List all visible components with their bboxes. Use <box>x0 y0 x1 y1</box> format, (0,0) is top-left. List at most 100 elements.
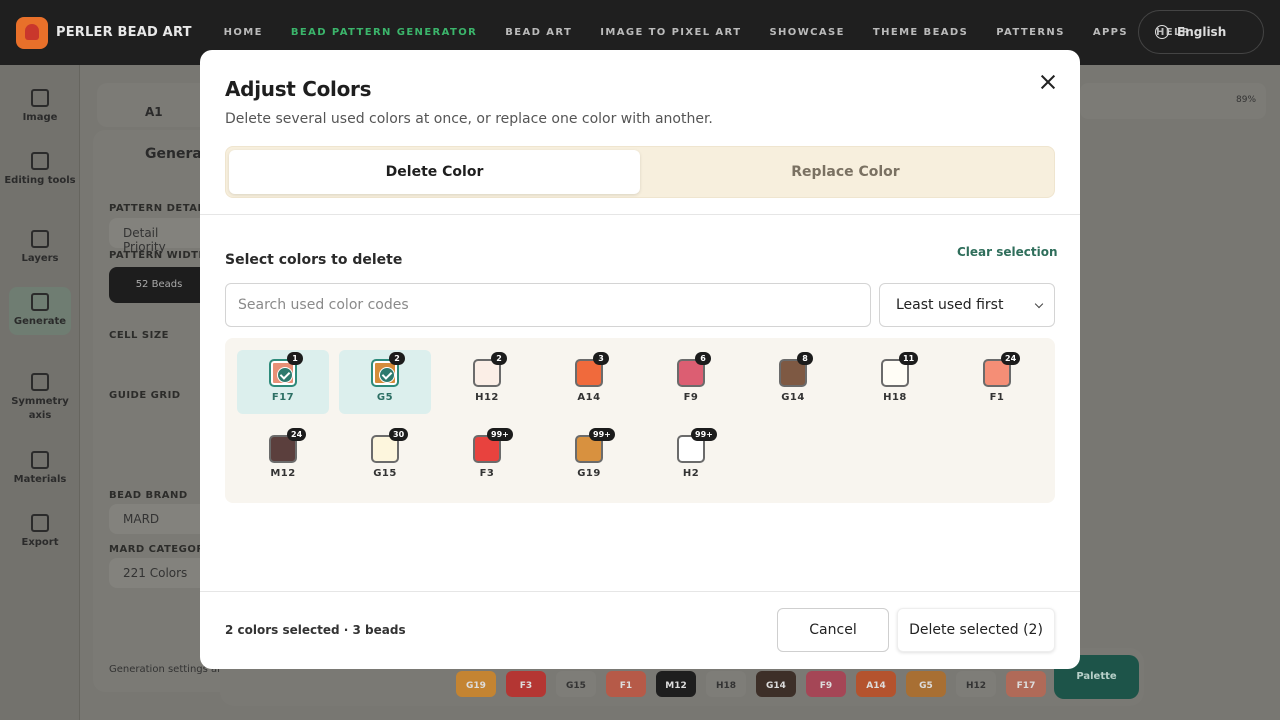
rail-item-export[interactable]: Export <box>0 514 80 550</box>
bottom-chip[interactable]: H18 <box>706 671 746 697</box>
bottom-chip[interactable]: G19 <box>456 671 496 697</box>
bottom-chip[interactable]: A14 <box>856 671 896 697</box>
dialog-subtitle: Delete several used colors at once, or r… <box>225 111 713 127</box>
usage-count-badge: 6 <box>695 352 711 365</box>
rail-label: Symmetry axis <box>11 396 69 421</box>
usage-count-badge: 2 <box>389 352 405 365</box>
rail-item-editing-tools[interactable]: Editing tools <box>0 152 80 188</box>
usage-count-badge: 3 <box>593 352 609 365</box>
usage-count-badge: 2 <box>491 352 507 365</box>
rail-label: Layers <box>21 253 59 264</box>
zoom-level: 89% <box>1236 95 1257 105</box>
tab-replace-color[interactable]: Replace Color <box>640 150 1051 194</box>
color-code-label: G14 <box>781 392 805 403</box>
color-option[interactable]: 24 M12 <box>237 426 329 490</box>
logo[interactable]: PERLER BEAD ART <box>16 16 192 49</box>
nav-showcase[interactable]: SHOWCASE <box>769 27 844 38</box>
tab-delete-color[interactable]: Delete Color <box>229 150 640 194</box>
bottom-chip[interactable]: F3 <box>506 671 546 697</box>
nav-bead-pattern-generator[interactable]: BEAD PATTERN GENERATOR <box>291 27 477 38</box>
usage-count-badge: 99+ <box>691 428 717 441</box>
nav-links: HOME BEAD PATTERN GENERATOR BEAD ART IMA… <box>224 27 1219 38</box>
color-option[interactable]: 99+ F3 <box>441 426 533 490</box>
category-select[interactable]: 221 Colors <box>109 558 209 588</box>
bottom-chip[interactable]: H12 <box>956 671 996 697</box>
nav-home[interactable]: HOME <box>224 27 263 38</box>
nav-apps[interactable]: APPS <box>1093 27 1128 38</box>
bottom-chip[interactable]: M12 <box>656 671 696 697</box>
color-option[interactable]: 2 H12 <box>441 350 533 414</box>
brush-icon <box>31 152 49 170</box>
logo-icon <box>16 16 48 49</box>
bottom-chip[interactable]: G5 <box>906 671 946 697</box>
rail-item-image[interactable]: Image <box>0 89 80 125</box>
symmetry-icon <box>31 373 49 391</box>
bottom-chip[interactable]: G14 <box>756 671 796 697</box>
check-icon <box>379 367 395 383</box>
bottom-chip[interactable]: F1 <box>606 671 646 697</box>
rail-label: Generate <box>13 316 67 327</box>
nav-image-to-pixel-art[interactable]: IMAGE TO PIXEL ART <box>600 27 741 38</box>
search-color-input[interactable] <box>225 283 871 327</box>
cancel-button[interactable]: Cancel <box>777 608 889 652</box>
pattern-width-label: PATTERN WIDTH <box>109 250 208 261</box>
color-code-label: H2 <box>682 468 700 479</box>
bottom-chip[interactable]: F9 <box>806 671 846 697</box>
close-button[interactable] <box>1033 67 1063 97</box>
bead-brand-select[interactable]: MARD <box>109 504 209 534</box>
nav-theme-beads[interactable]: THEME BEADS <box>873 27 968 38</box>
color-code-label: F3 <box>479 468 495 479</box>
palette-icon <box>31 451 49 469</box>
color-code-label: A14 <box>577 392 601 403</box>
usage-count-badge: 30 <box>389 428 409 441</box>
bottom-chip[interactable]: G15 <box>556 671 596 697</box>
guide-grid-label: GUIDE GRID <box>109 390 181 401</box>
cell-size-label: CELL SIZE <box>109 330 169 341</box>
usage-count-badge: 99+ <box>589 428 615 441</box>
download-icon <box>31 514 49 532</box>
image-icon <box>31 89 49 107</box>
bottom-chip[interactable]: F17 <box>1006 671 1046 697</box>
sort-select[interactable]: Least used first <box>879 283 1055 327</box>
divider <box>200 214 1080 215</box>
rail-item-symmetry-axis[interactable]: Symmetry axis <box>0 373 80 423</box>
left-rail: Image Editing tools Layers Generate Symm… <box>0 65 80 720</box>
zoom-bar: 89% <box>1080 83 1266 119</box>
color-code-label: H12 <box>475 392 499 403</box>
sort-value: Least used first <box>896 297 1004 313</box>
color-option[interactable]: 11 H18 <box>849 350 941 414</box>
usage-count-badge: 24 <box>287 428 307 441</box>
check-icon <box>277 367 293 383</box>
color-option[interactable]: 30 G15 <box>339 426 431 490</box>
nav-patterns[interactable]: PATTERNS <box>996 27 1065 38</box>
color-option[interactable]: 6 F9 <box>645 350 737 414</box>
color-option[interactable]: 24 F1 <box>951 350 1043 414</box>
clear-selection-link[interactable]: Clear selection <box>957 245 1058 259</box>
rail-item-materials[interactable]: Materials <box>0 451 80 487</box>
layers-icon <box>31 230 49 248</box>
rail-item-generate[interactable]: Generate <box>9 287 71 335</box>
language-selector[interactable]: English <box>1138 10 1264 54</box>
rail-item-layers[interactable]: Layers <box>0 230 80 266</box>
color-code-label: M12 <box>270 468 296 479</box>
color-option[interactable]: 99+ G19 <box>543 426 635 490</box>
category-label: MARD CATEGORY <box>109 544 212 555</box>
color-code-label: H18 <box>883 392 907 403</box>
pattern-detail-select[interactable]: Detail Priority <box>109 218 209 254</box>
color-option[interactable]: 2 G5 <box>339 350 431 414</box>
delete-selected-button[interactable]: Delete selected (2) <box>897 608 1055 652</box>
color-option[interactable]: 99+ H2 <box>645 426 737 490</box>
bead-brand-label: BEAD BRAND <box>109 490 188 501</box>
chevron-down-icon <box>1034 299 1044 309</box>
adjust-colors-dialog: Adjust Colors Delete several used colors… <box>200 50 1080 669</box>
color-option[interactable]: 3 A14 <box>543 350 635 414</box>
color-option[interactable]: 1 F17 <box>237 350 329 414</box>
color-code-label: F17 <box>271 392 295 403</box>
color-code-label: F1 <box>989 392 1005 403</box>
color-option[interactable]: 8 G14 <box>747 350 839 414</box>
pattern-width-option[interactable]: 52 Beads <box>109 267 209 303</box>
color-code-label: G15 <box>373 468 397 479</box>
nav-bead-art[interactable]: BEAD ART <box>505 27 572 38</box>
color-code-label: G19 <box>577 468 601 479</box>
selection-summary: 2 colors selected · 3 beads <box>225 623 406 637</box>
